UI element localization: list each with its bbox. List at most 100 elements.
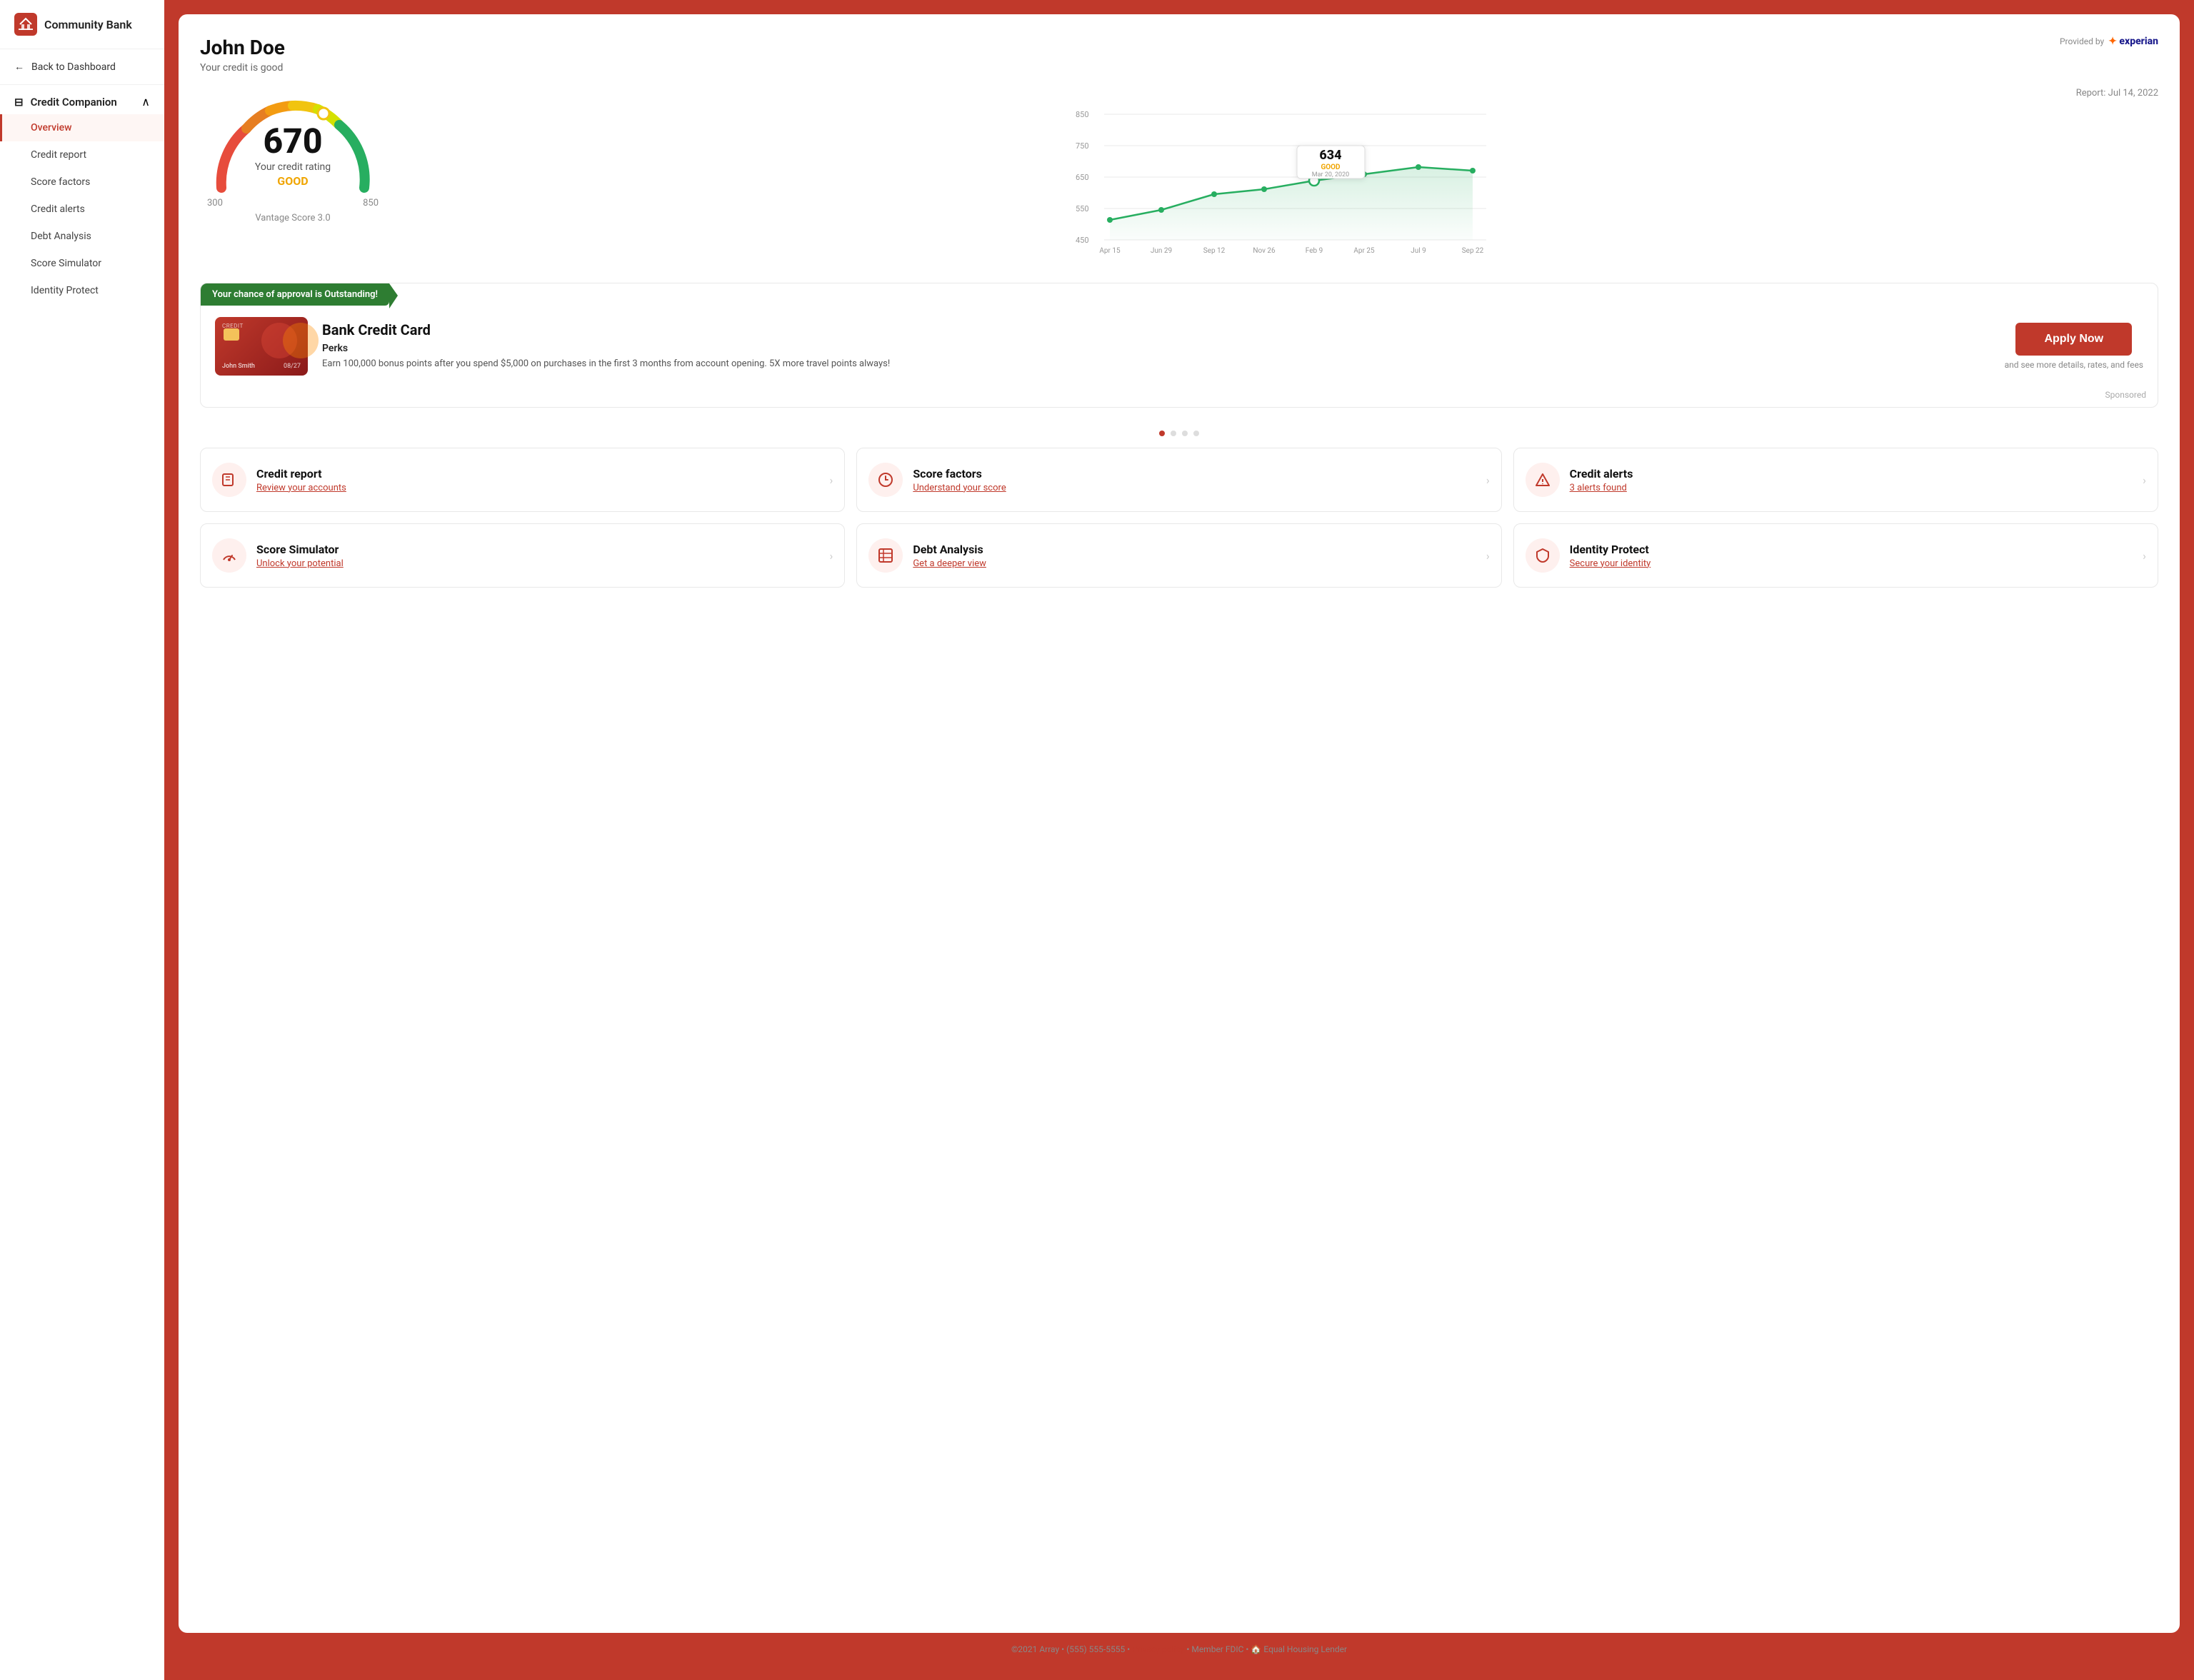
banner-tag: Your chance of approval is Outstanding! [201,283,389,306]
card-circles-icon [261,323,319,358]
credit-alerts-subtitle: 3 alerts found [1570,483,2133,493]
svg-text:450: 450 [1076,236,1089,245]
content-card: John Doe Your credit is good Provided by… [179,14,2180,1633]
carousel-dot-1[interactable] [1159,431,1165,436]
svg-text:Mar 20, 2020: Mar 20, 2020 [1312,171,1349,178]
svg-text:Sep 12: Sep 12 [1203,247,1226,255]
svg-text:Feb 9: Feb 9 [1306,247,1323,255]
carousel-dot-4[interactable] [1193,431,1199,436]
credit-report-icon [212,463,246,497]
svg-text:Sep 22: Sep 22 [1462,247,1484,255]
sidebar-item-overview[interactable]: Overview [0,114,164,141]
card-chip-icon [224,328,239,341]
privacy-policy-link[interactable]: Privacy policy [1132,1644,1184,1654]
sidebar-item-debt-analysis[interactable]: Debt Analysis [0,223,164,250]
sidebar-item-score-simulator[interactable]: Score Simulator [0,250,164,277]
score-simulator-title: Score Simulator [256,543,820,556]
banner-card-title: Bank Credit Card [322,321,1990,338]
content-header: John Doe Your credit is good Provided by… [200,36,2158,74]
gauge-indicator [318,108,329,119]
debt-analysis-subtitle: Get a deeper view [913,558,1476,569]
carousel-dot-3[interactable] [1182,431,1188,436]
svg-text:Apr 25: Apr 25 [1353,247,1375,255]
apply-sub-text: and see more details, rates, and fees [2005,360,2143,370]
svg-text:634: 634 [1319,148,1341,163]
sidebar-item-identity-protect[interactable]: Identity Protect [0,277,164,304]
svg-text:750: 750 [1076,141,1089,151]
credit-report-text: Credit report Review your accounts [256,467,820,493]
bank-name: Community Bank [44,18,132,31]
svg-text:650: 650 [1076,173,1089,182]
sidebar: Community Bank ← Back to Dashboard ⊟ Cre… [0,0,164,1680]
credit-companion-icon: ⊟ [14,96,24,109]
equal-housing-label: Equal Housing Lender [1263,1644,1347,1654]
credit-companion-section[interactable]: ⊟ Credit Companion ∧ [0,85,164,114]
chart-container: Report: Jul 14, 2022 850 750 650 550 450 [407,88,2158,261]
back-label: Back to Dashboard [31,61,116,73]
grid-card-debt-analysis[interactable]: Debt Analysis Get a deeper view › [856,523,1501,588]
footer-after-privacy: • Member FDIC • [1186,1644,1248,1654]
gauge-wrapper: 670 Your credit rating GOOD [207,88,379,195]
user-name: John Doe [200,36,285,59]
experian-logo: ✦ experian [2108,36,2158,47]
score-factors-text: Score factors Understand your score [913,467,1476,493]
apply-now-button[interactable]: Apply Now [2015,323,2132,356]
gauge-rating-label: Your credit rating [255,161,331,173]
footer: ©2021 Array • (555) 555-5555 • Privacy p… [179,1633,2180,1666]
identity-protect-subtitle: Secure your identity [1570,558,2133,569]
credit-alerts-title: Credit alerts [1570,467,2133,481]
score-simulator-text: Score Simulator Unlock your potential [256,543,820,569]
banner-cta: Apply Now and see more details, rates, a… [2005,323,2143,370]
debt-analysis-icon [868,538,903,573]
identity-protect-arrow-icon: › [2143,549,2146,563]
perks-title: Perks [322,343,1990,354]
section-title: Credit Companion [31,96,117,109]
credit-alerts-icon [1526,463,1560,497]
chart-point [1416,164,1421,170]
chart-point [1470,168,1476,173]
gauge-score: 670 Your credit rating GOOD [255,124,331,188]
card-label: Credit [222,323,244,329]
credit-report-subtitle: Review your accounts [256,483,820,493]
community-bank-logo-icon [14,13,37,36]
chart-point [1261,186,1267,192]
grid-card-score-factors[interactable]: Score factors Understand your score › [856,448,1501,512]
grid-card-credit-report[interactable]: Credit report Review your accounts › [200,448,845,512]
score-section: 670 Your credit rating GOOD 300 850 Vant… [200,88,2158,261]
sidebar-nav: Overview Credit report Score factors Cre… [0,114,164,304]
identity-protect-text: Identity Protect Secure your identity [1570,543,2133,569]
score-factors-icon [868,463,903,497]
chart-point [1158,207,1164,213]
chevron-up-icon: ∧ [141,95,150,109]
sidebar-item-credit-report[interactable]: Credit report [0,141,164,168]
chart-wrapper: 850 750 650 550 450 [407,104,2158,261]
sidebar-item-credit-alerts[interactable]: Credit alerts [0,196,164,223]
score-chart-svg: 850 750 650 550 450 [407,104,2158,261]
perks-text: Earn 100,000 bonus points after you spen… [322,357,1990,371]
svg-text:Apr 15: Apr 15 [1099,247,1121,255]
back-to-dashboard-button[interactable]: ← Back to Dashboard [0,49,164,85]
grid-cards-row2: Score Simulator Unlock your potential › … [200,523,2158,588]
user-info: John Doe Your credit is good [200,36,285,74]
score-simulator-arrow-icon: › [830,549,833,563]
main-content: John Doe Your credit is good Provided by… [164,0,2194,1680]
banner-info: Bank Credit Card Perks Earn 100,000 bonu… [322,321,1990,371]
grid-card-credit-alerts[interactable]: Credit alerts 3 alerts found › [1513,448,2158,512]
credit-alerts-arrow-icon: › [2143,473,2146,487]
svg-text:Jul 9: Jul 9 [1411,247,1426,255]
carousel-dot-2[interactable] [1171,431,1176,436]
experian-badge: Provided by ✦ experian [2060,36,2158,47]
back-arrow-icon: ← [14,61,24,73]
identity-protect-title: Identity Protect [1570,543,2133,556]
debt-analysis-text: Debt Analysis Get a deeper view [913,543,1476,569]
svg-text:GOOD: GOOD [1321,164,1341,171]
score-factors-arrow-icon: › [1486,473,1490,487]
grid-card-identity-protect[interactable]: Identity Protect Secure your identity › [1513,523,2158,588]
score-simulator-icon [212,538,246,573]
report-date: Report: Jul 14, 2022 [407,88,2158,99]
gauge-rating: GOOD [255,174,331,188]
identity-protect-icon [1526,538,1560,573]
gauge-vantage: Vantage Score 3.0 [255,213,330,223]
grid-card-score-simulator[interactable]: Score Simulator Unlock your potential › [200,523,845,588]
sidebar-item-score-factors[interactable]: Score factors [0,168,164,196]
